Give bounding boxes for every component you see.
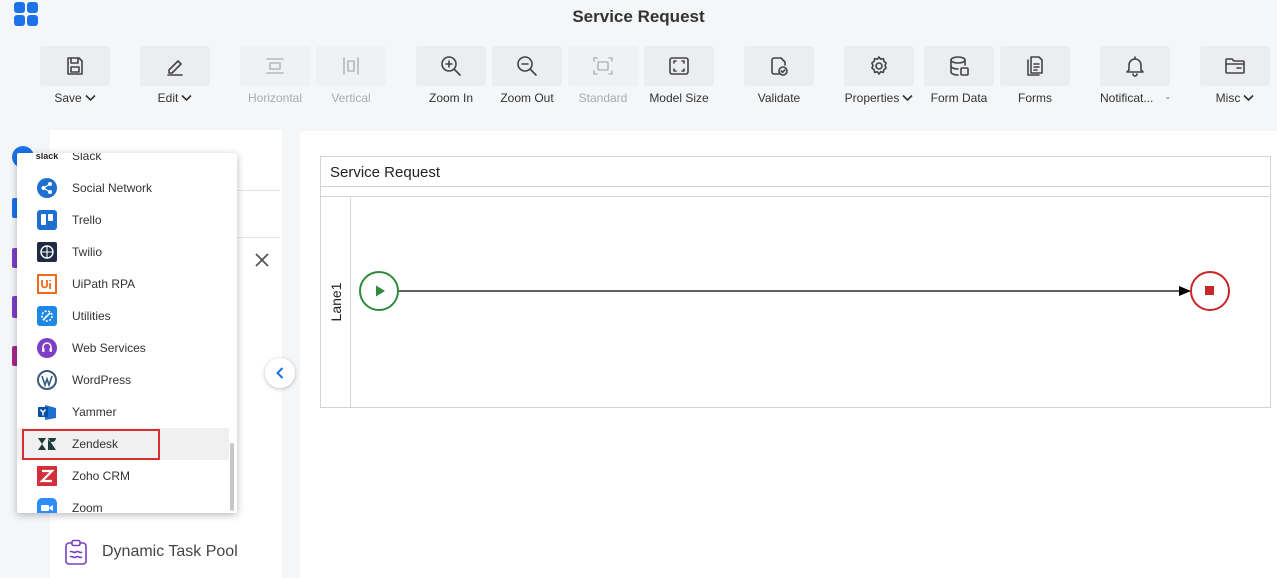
- menu-item-twilio[interactable]: Twilio: [17, 236, 229, 268]
- chevron-down-icon: [1166, 96, 1170, 100]
- properties-label: Properties: [844, 91, 900, 105]
- menu-item-zoom[interactable]: Zoom: [17, 492, 229, 513]
- dynamic-task-pool-item[interactable]: Dynamic Task Pool: [62, 538, 238, 566]
- menu-item-label: Zoho CRM: [72, 469, 131, 483]
- misc-button[interactable]: Misc: [1200, 46, 1270, 106]
- start-event[interactable]: [359, 271, 399, 311]
- title-bar: Service Request: [0, 0, 1277, 36]
- validate-icon: [771, 57, 788, 76]
- model-size-label: Model Size: [649, 91, 709, 105]
- database-icon: [950, 56, 969, 76]
- chevron-down-icon: [1243, 94, 1254, 102]
- edit-label: Edit: [157, 91, 179, 105]
- menu-item-web-services[interactable]: Web Services: [17, 332, 229, 364]
- menu-item-label: Twilio: [72, 245, 103, 259]
- menu-item-utilities[interactable]: Utilities: [17, 300, 229, 332]
- menu-item-label: Slack: [72, 153, 102, 163]
- process-diagram: [359, 271, 1230, 311]
- utilities-icon: [37, 306, 57, 326]
- slack-icon: slack: [35, 153, 59, 161]
- zoom-out-label: Zoom Out: [500, 91, 554, 105]
- bell-icon: [1126, 56, 1144, 77]
- gear-icon: [871, 56, 887, 75]
- menu-item-label: Utilities: [72, 309, 111, 323]
- validate-button[interactable]: Validate: [744, 46, 814, 106]
- menu-item-uipath[interactable]: UiPath RPA: [17, 268, 229, 300]
- yammer-icon: [37, 402, 57, 422]
- form-data-button[interactable]: Form Data: [924, 46, 994, 106]
- standard-size-button[interactable]: Standard: [568, 46, 638, 106]
- zoho-crm-icon: [37, 466, 57, 486]
- form-data-label: Form Data: [930, 91, 988, 105]
- forms-label: Forms: [1018, 91, 1052, 105]
- chevron-down-icon: [902, 94, 913, 102]
- menu-item-label: Trello: [72, 213, 102, 227]
- zendesk-icon: [37, 434, 57, 454]
- model-size-button[interactable]: Model Size: [644, 46, 714, 106]
- notifications-label: Notificat...: [1100, 91, 1154, 105]
- collapse-panel-button[interactable]: [265, 358, 295, 388]
- vertical-layout-button[interactable]: Vertical: [316, 46, 386, 106]
- save-icon: [67, 57, 83, 75]
- horizontal-layout-icon: [266, 58, 284, 74]
- zoom-in-button[interactable]: Zoom In: [416, 46, 486, 106]
- toolbar: Save Edit Horizontal Vertical Zoom In Zo…: [0, 36, 1277, 114]
- twilio-icon: [37, 242, 57, 262]
- page-title: Service Request: [572, 7, 705, 26]
- dynamic-task-pool-label: Dynamic Task Pool: [102, 543, 238, 560]
- save-label: Save: [54, 91, 82, 105]
- menu-item-label: Yammer: [72, 405, 117, 419]
- trello-icon: [37, 210, 57, 230]
- menu-item-zoho-crm[interactable]: Zoho CRM: [17, 460, 229, 492]
- menu-item-slack[interactable]: slack Slack: [17, 153, 229, 172]
- zoom-icon: [37, 498, 57, 513]
- share-icon: [37, 178, 57, 198]
- menu-item-label: Zoom: [72, 501, 103, 513]
- end-event[interactable]: [1190, 271, 1230, 311]
- edit-button[interactable]: Edit: [140, 46, 210, 106]
- chevron-down-icon: [85, 94, 96, 102]
- standard-size-icon: [593, 57, 613, 75]
- misc-label: Misc: [1215, 91, 1241, 105]
- stop-icon: [1205, 286, 1214, 295]
- vertical-label: Vertical: [331, 91, 371, 105]
- menu-item-label: Web Services: [72, 341, 146, 355]
- menu-item-label: Social Network: [72, 181, 153, 195]
- wordpress-icon: [37, 370, 57, 390]
- zoom-out-button[interactable]: Zoom Out: [492, 46, 562, 106]
- web-services-icon: [37, 338, 57, 358]
- chevron-down-icon: [181, 94, 192, 102]
- model-size-icon: [669, 57, 689, 75]
- zoom-in-icon: [441, 56, 461, 76]
- properties-button[interactable]: Properties: [844, 46, 914, 106]
- menu-item-label: Zendesk: [72, 437, 119, 451]
- horizontal-label: Horizontal: [247, 91, 303, 105]
- folder-icon: [1225, 58, 1245, 74]
- menu-item-zendesk[interactable]: Zendesk: [17, 428, 229, 460]
- dynamic-task-pool-icon: [65, 539, 87, 565]
- save-button[interactable]: Save: [40, 46, 110, 106]
- notifications-button[interactable]: Notificat...: [1100, 46, 1170, 106]
- close-icon[interactable]: [254, 252, 270, 268]
- menu-item-trello[interactable]: Trello: [17, 204, 229, 236]
- menu-scrollbar[interactable]: [230, 443, 234, 511]
- menu-item-wordpress[interactable]: WordPress: [17, 364, 229, 396]
- connector-menu[interactable]: slack Slack Social Network Trello Twilio…: [17, 153, 237, 513]
- menu-item-label: UiPath RPA: [72, 277, 136, 291]
- horizontal-layout-button[interactable]: Horizontal: [240, 46, 310, 106]
- standard-label: Standard: [578, 91, 628, 105]
- menu-item-social-network[interactable]: Social Network: [17, 172, 229, 204]
- pencil-icon: [167, 60, 183, 76]
- vertical-layout-icon: [343, 57, 359, 75]
- zoom-in-label: Zoom In: [428, 91, 473, 105]
- forms-icon: [1027, 56, 1043, 76]
- process-canvas[interactable]: Service Request Lane1: [300, 131, 1277, 578]
- validate-label: Validate: [757, 91, 801, 105]
- chevron-left-icon: [276, 367, 284, 379]
- zoom-out-icon: [517, 56, 537, 76]
- menu-item-yammer[interactable]: Yammer: [17, 396, 229, 428]
- forms-button[interactable]: Forms: [1000, 46, 1070, 106]
- menu-item-label: WordPress: [72, 373, 132, 387]
- uipath-icon: [37, 274, 57, 294]
